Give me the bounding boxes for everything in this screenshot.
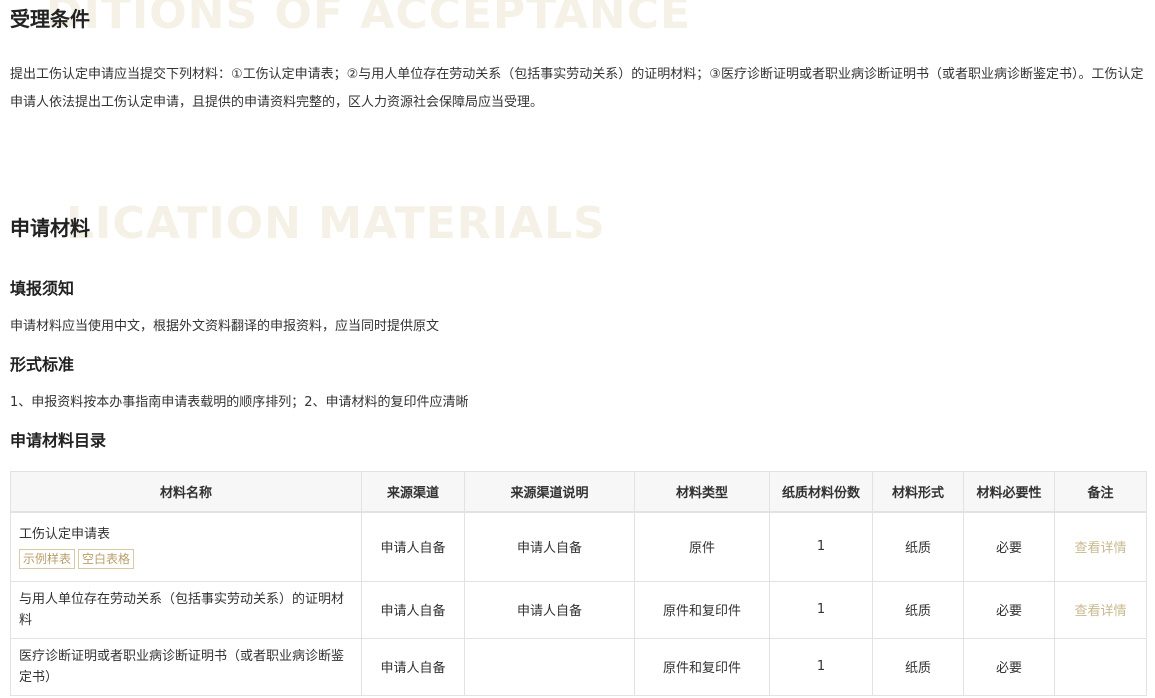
header-form: 材料形式 <box>872 471 964 513</box>
table-row: 工伤认定申请表 示例样表 空白表格 申请人自备 申请人自备 原件 1 纸质 必要 … <box>10 511 1147 582</box>
table-header-row: 材料名称 来源渠道 来源渠道说明 材料类型 纸质材料份数 材料形式 材料必要性 … <box>10 471 1147 513</box>
necessity-cell: 必要 <box>963 580 1055 639</box>
materials-table: 材料名称 来源渠道 来源渠道说明 材料类型 纸质材料份数 材料形式 材料必要性 … <box>10 471 1147 696</box>
source-desc-cell: 申请人自备 <box>464 511 635 582</box>
type-cell: 原件和复印件 <box>634 580 770 639</box>
notice-text: 申请材料应当使用中文，根据外文资料翻译的申报资料，应当同时提供原文 <box>10 319 440 334</box>
note-cell: 查看详情 <box>1054 511 1147 582</box>
copies-cell: 1 <box>769 580 873 639</box>
header-copies: 纸质材料份数 <box>769 471 873 513</box>
form-cell: 纸质 <box>872 580 964 639</box>
header-type: 材料类型 <box>634 471 770 513</box>
format-title: 形式标准 <box>10 355 75 374</box>
copies-cell: 1 <box>769 637 873 696</box>
sample-form-button[interactable]: 示例样表 <box>19 548 76 569</box>
materials-title: 申请材料 <box>10 216 90 240</box>
format-text: 1、申报资料按本办事指南申请表载明的顺序排列；2、申请材料的复印件应清晰 <box>10 395 469 410</box>
form-cell: 纸质 <box>872 637 964 696</box>
copies-cell: 1 <box>769 511 873 582</box>
material-name-cell: 工伤认定申请表 示例样表 空白表格 <box>10 511 362 582</box>
type-cell: 原件 <box>634 511 770 582</box>
source-cell: 申请人自备 <box>361 637 465 696</box>
source-cell: 申请人自备 <box>361 580 465 639</box>
table-row: 与用人单位存在劳动关系（包括事实劳动关系）的证明材料 申请人自备 申请人自备 原… <box>10 580 1147 639</box>
conditions-watermark: DITIONS OF ACCEPTANCE <box>46 0 692 39</box>
view-details-link[interactable]: 查看详情 <box>1074 541 1126 556</box>
necessity-cell: 必要 <box>963 637 1055 696</box>
note-cell <box>1054 637 1147 696</box>
blank-form-button[interactable]: 空白表格 <box>78 548 135 569</box>
material-name: 与用人单位存在劳动关系（包括事实劳动关系）的证明材料 <box>10 580 362 639</box>
header-note: 备注 <box>1054 471 1147 513</box>
view-details-link[interactable]: 查看详情 <box>1074 604 1126 619</box>
material-name: 医疗诊断证明或者职业病诊断证明书（或者职业病诊断鉴定书） <box>10 637 362 696</box>
list-title: 申请材料目录 <box>10 431 107 450</box>
type-cell: 原件和复印件 <box>634 637 770 696</box>
note-cell: 查看详情 <box>1054 580 1147 639</box>
materials-watermark: LICATION MATERIALS <box>66 198 606 249</box>
source-desc-cell: 申请人自备 <box>464 580 635 639</box>
notice-title: 填报须知 <box>10 279 75 298</box>
source-desc-cell <box>464 637 635 696</box>
source-cell: 申请人自备 <box>361 511 465 582</box>
header-source: 来源渠道 <box>361 471 465 513</box>
header-source-desc: 来源渠道说明 <box>464 471 635 513</box>
necessity-cell: 必要 <box>963 511 1055 582</box>
material-name: 工伤认定申请表 <box>19 526 111 542</box>
table-row: 医疗诊断证明或者职业病诊断证明书（或者职业病诊断鉴定书） 申请人自备 原件和复印… <box>10 637 1147 696</box>
conditions-text: 提出工伤认定申请应当提交下列材料：①工伤认定申请表；②与用人单位存在劳动关系（包… <box>10 67 1144 110</box>
conditions-title: 受理条件 <box>10 7 90 31</box>
header-name: 材料名称 <box>10 471 362 513</box>
form-cell: 纸质 <box>872 511 964 582</box>
header-necessity: 材料必要性 <box>963 471 1055 513</box>
